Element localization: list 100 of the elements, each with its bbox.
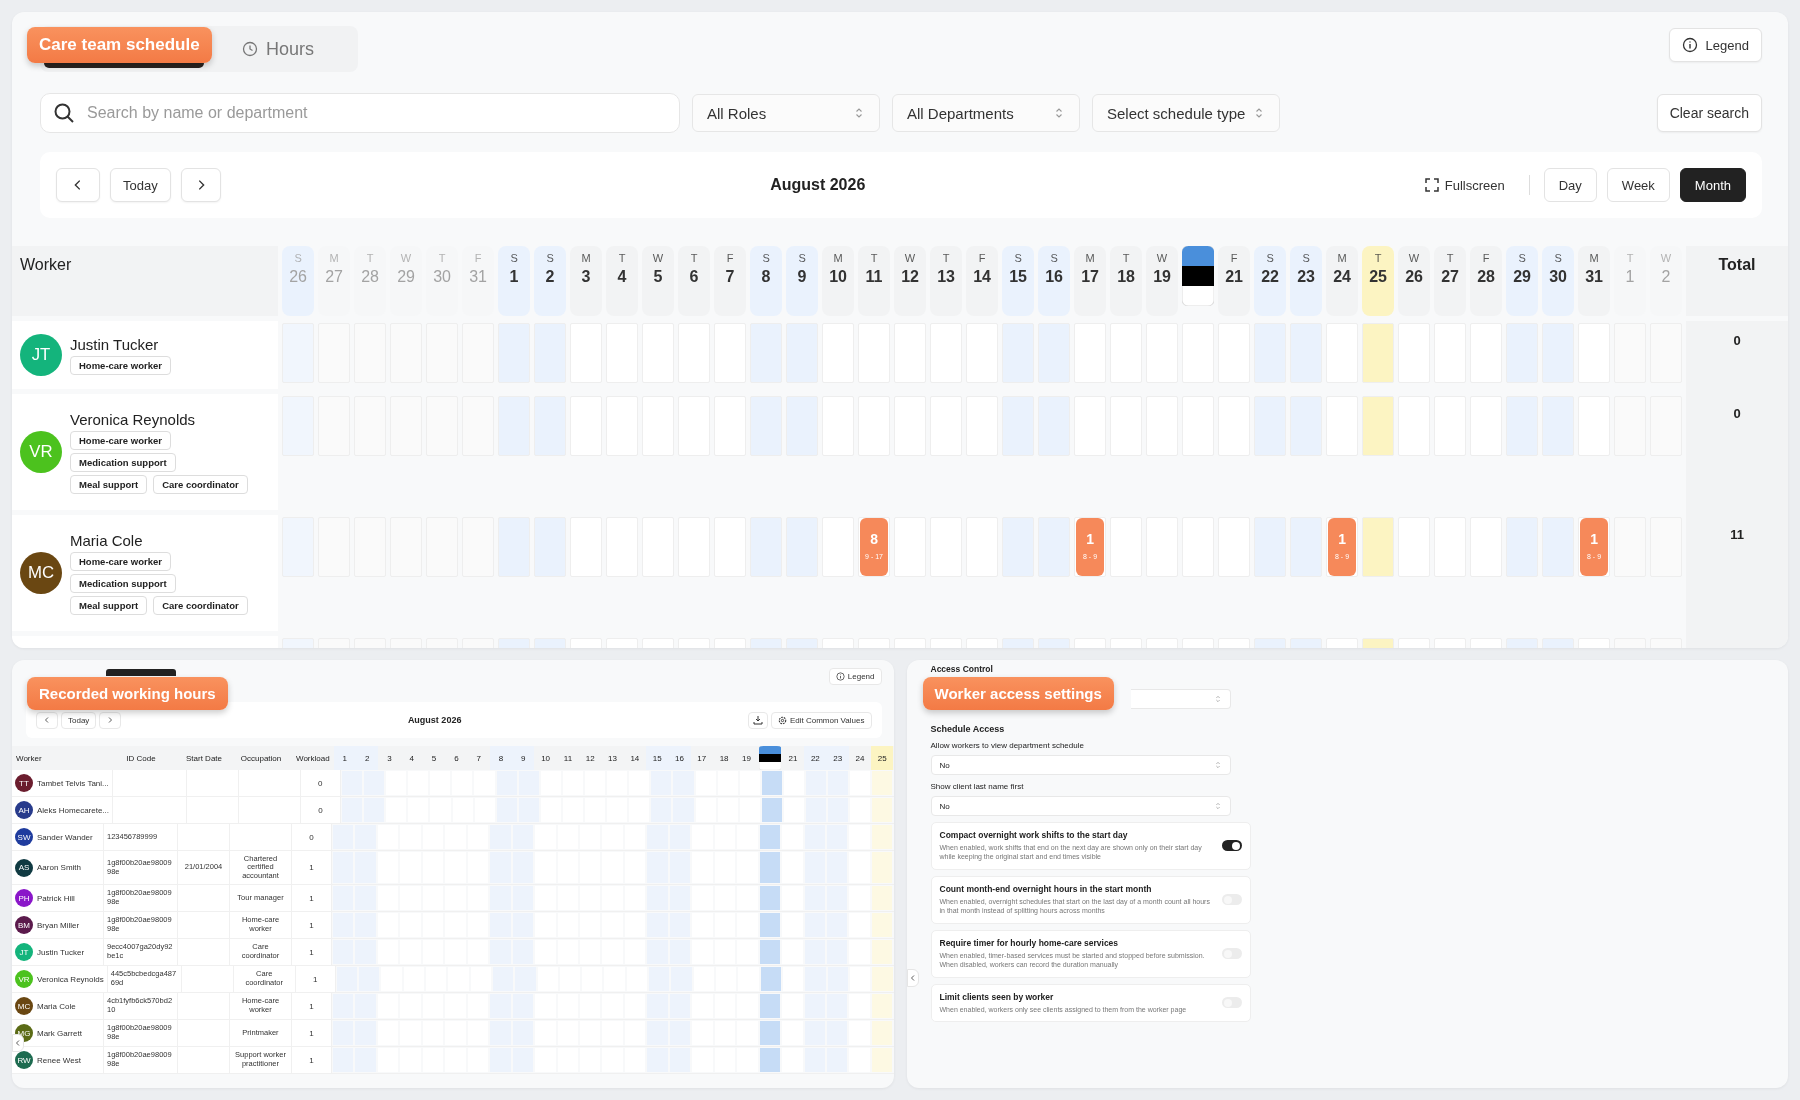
total-value: 0 [1686,394,1788,515]
column-header: Occupation [239,752,283,765]
worker-name: Justin Tucker [37,947,85,957]
select-field[interactable]: No [930,796,1231,816]
role-tag: Meal support [70,474,148,494]
view-button[interactable]: Week [1606,168,1670,202]
role-tag: Home-care worker [70,430,171,450]
workload-value: 1 [309,863,314,872]
day-header: S 30 [1542,246,1575,316]
day-header: M 3 [570,246,603,316]
day-header: F 21 [1218,246,1251,316]
workload-value: 1 [309,1028,314,1038]
view-button[interactable]: Day [1543,168,1597,202]
field-label: Show client last name first [930,782,1025,791]
day-header: 9 [512,746,535,770]
toggle-switch[interactable] [1221,840,1242,852]
field-label: Allow workers to view department schedule [930,741,1085,750]
day-header: 11 [562,752,574,765]
info-icon [835,672,845,681]
previous-button[interactable] [36,711,58,729]
select-field[interactable]: No [930,755,1231,775]
day-header: 6 [453,752,460,765]
legend-button[interactable]: Legend [1668,28,1762,62]
avatar: AS [15,858,33,877]
chevron-up-down-icon [853,107,865,119]
download-icon [752,715,763,725]
worker-name: Sander Wander [37,832,93,842]
collapse-button[interactable] [12,1034,24,1052]
workload-value: 1 [309,893,314,903]
workload-value: 0 [309,832,314,842]
filter-select[interactable]: All Roles [692,94,880,132]
avatar: VR [15,970,33,988]
chevron-up-down-icon [1053,107,1065,119]
fullscreen-button[interactable]: Fullscreen [1414,177,1515,193]
day-header: 13 [607,752,618,765]
day-header: 17 [696,752,708,765]
view-button[interactable]: Month [1679,168,1746,202]
previous-button[interactable] [56,168,100,202]
day-header: S 1 [498,246,531,316]
day-header: M 17 [1074,246,1107,316]
column-header: Worker [12,246,278,316]
info-icon [1681,37,1698,53]
day-header: 12 [584,752,596,765]
clear-search-button[interactable]: Clear search [1656,94,1762,132]
role-tag: Care coordinator [153,595,248,615]
fullscreen-icon [1424,178,1439,192]
worker-name: Veronica Reynolds [70,410,197,428]
day-header: M 31 [1578,246,1611,316]
day-header: W 12 [894,246,927,316]
total-value: 0 [1686,321,1788,394]
day-header: S 8 [750,246,783,316]
day-header: 2 [355,746,379,770]
chevron-up-down-icon [1213,802,1222,810]
avatar: MC [20,552,62,594]
day-header: S 29 [1506,246,1539,316]
role-tag: Medication support [70,452,176,472]
workload-value: 0 [318,778,323,788]
worker-name: Tambet Telvis Tani... [37,778,109,788]
day-header: 1 [333,746,356,770]
chevron-up-down-icon [1253,107,1265,119]
filter-select[interactable]: All Departments [892,94,1080,132]
next-button[interactable] [99,711,122,729]
day-header: 16 [668,746,691,770]
day-header: 19 [741,752,752,765]
chevron-up-down-icon [1213,761,1222,769]
day-header: S 26 [282,246,315,316]
hours-tab[interactable]: Hours [226,30,330,68]
worker-name: Veronica Reynolds [37,974,104,984]
edit-values-button[interactable]: Edit Common Values [770,711,872,729]
callout-label: Care team schedule [27,27,212,63]
selected-tab[interactable] [44,63,204,68]
column-header: Total [1686,246,1788,316]
search-bar[interactable]: Search by name or department [40,93,680,133]
day-header: 23 [826,746,849,770]
selected-tab[interactable] [106,669,176,676]
avatar: JT [20,334,62,376]
collapse-button[interactable] [906,969,919,987]
day-header: F 28 [1470,246,1503,316]
next-button[interactable] [180,168,221,202]
day-header: 18 [718,752,730,765]
avatar: AH [15,801,33,819]
chevron-up-down-icon [1213,695,1222,703]
worker-name: Justin Tucker [70,335,160,353]
today-button[interactable]: Today [61,711,97,729]
search-input[interactable]: Search by name or department [85,103,667,123]
download-button[interactable] [747,711,768,729]
column-header: Start Date [185,752,223,765]
chevron-left-icon [43,716,51,724]
select-field[interactable] [1130,689,1231,709]
avatar: JT [15,943,33,961]
total-value: 11 [1686,515,1788,636]
legend-button[interactable]: Legend [828,668,882,685]
filter-select[interactable]: Select schedule type [1092,94,1280,132]
workload-value: 0 [318,805,323,815]
setting-title: Compact overnight work shifts to the start day [939,830,1129,840]
day-header: 25 [871,746,894,770]
today-button[interactable]: Today [110,168,171,202]
workload-value: 1 [309,1055,314,1065]
workload-value: 1 [309,920,314,930]
day-header: M 24 [1326,246,1359,316]
